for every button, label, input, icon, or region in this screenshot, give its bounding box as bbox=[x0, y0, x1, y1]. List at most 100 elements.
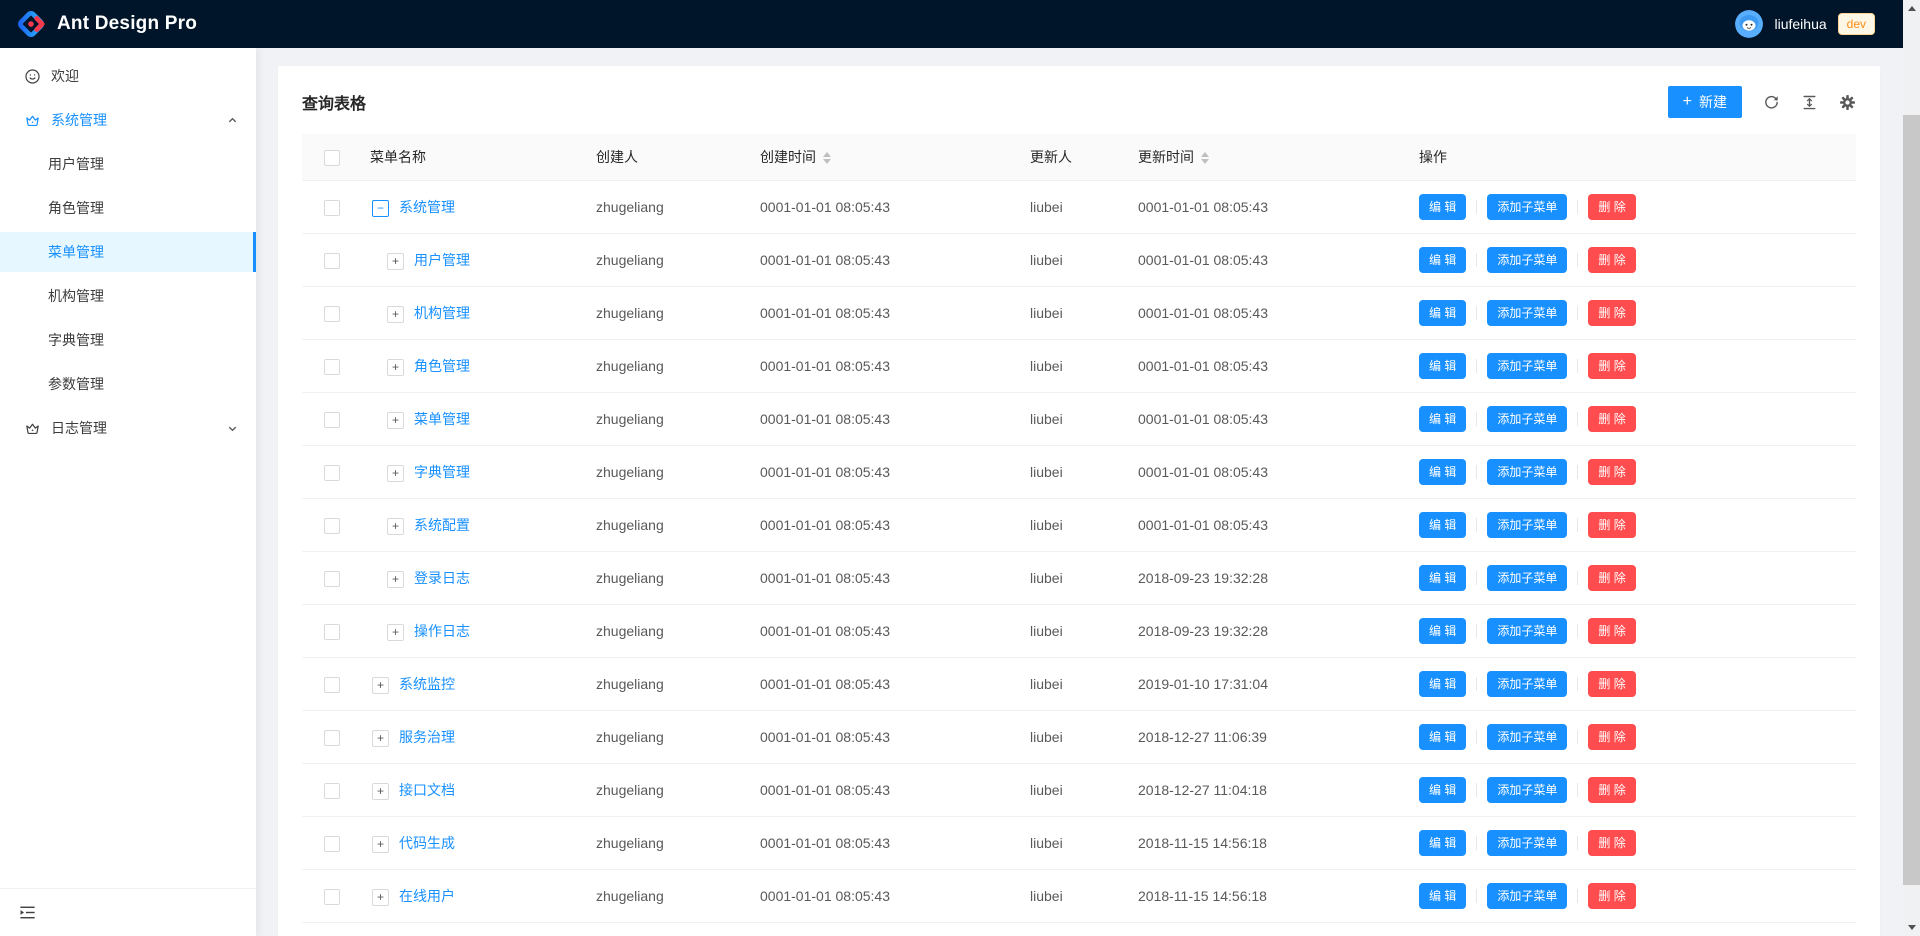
new-button[interactable]: + 新建 bbox=[1668, 86, 1742, 118]
sort-carets-icon[interactable] bbox=[823, 152, 831, 164]
menu-name-link[interactable]: 角色管理 bbox=[414, 358, 470, 374]
expand-row-icon[interactable]: + bbox=[387, 624, 404, 641]
delete-button[interactable]: 删 除 bbox=[1588, 724, 1635, 750]
select-all-checkbox[interactable] bbox=[324, 150, 340, 166]
edit-button[interactable]: 编 辑 bbox=[1419, 777, 1466, 803]
settings-gear-icon[interactable] bbox=[1839, 94, 1856, 111]
expand-row-icon[interactable]: + bbox=[372, 836, 389, 853]
expand-row-icon[interactable]: + bbox=[372, 783, 389, 800]
menu-name-link[interactable]: 字典管理 bbox=[414, 464, 470, 480]
expand-row-icon[interactable]: + bbox=[387, 571, 404, 588]
menu-name-link[interactable]: 登录日志 bbox=[414, 570, 470, 586]
expand-row-icon[interactable]: + bbox=[387, 465, 404, 482]
add-child-button[interactable]: 添加子菜单 bbox=[1487, 512, 1567, 538]
delete-button[interactable]: 删 除 bbox=[1588, 671, 1635, 697]
row-checkbox[interactable] bbox=[324, 730, 340, 746]
edit-button[interactable]: 编 辑 bbox=[1419, 247, 1466, 273]
expand-row-icon[interactable]: + bbox=[372, 677, 389, 694]
row-checkbox[interactable] bbox=[324, 359, 340, 375]
delete-button[interactable]: 删 除 bbox=[1588, 459, 1635, 485]
expand-row-icon[interactable]: + bbox=[387, 518, 404, 535]
delete-button[interactable]: 删 除 bbox=[1588, 300, 1635, 326]
delete-button[interactable]: 删 除 bbox=[1588, 247, 1635, 273]
add-child-button[interactable]: 添加子菜单 bbox=[1487, 406, 1567, 432]
menu-name-link[interactable]: 代码生成 bbox=[399, 835, 455, 851]
delete-button[interactable]: 删 除 bbox=[1588, 512, 1635, 538]
add-child-button[interactable]: 添加子菜单 bbox=[1487, 353, 1567, 379]
edit-button[interactable]: 编 辑 bbox=[1419, 353, 1466, 379]
add-child-button[interactable]: 添加子菜单 bbox=[1487, 565, 1567, 591]
scrollbar-down-arrow[interactable] bbox=[1903, 919, 1920, 936]
row-checkbox[interactable] bbox=[324, 200, 340, 216]
expand-row-icon[interactable]: + bbox=[387, 253, 404, 270]
row-checkbox[interactable] bbox=[324, 889, 340, 905]
add-child-button[interactable]: 添加子菜单 bbox=[1487, 459, 1567, 485]
sidebar-item-log-management[interactable]: 日志管理 bbox=[0, 408, 256, 448]
sidebar-item-org-management[interactable]: 机构管理 bbox=[0, 276, 256, 316]
column-header-create-time[interactable]: 创建时间 bbox=[752, 134, 1022, 181]
collapse-row-icon[interactable]: − bbox=[372, 200, 389, 217]
delete-button[interactable]: 删 除 bbox=[1588, 353, 1635, 379]
expand-row-icon[interactable]: + bbox=[372, 889, 389, 906]
expand-row-icon[interactable]: + bbox=[372, 730, 389, 747]
edit-button[interactable]: 编 辑 bbox=[1419, 406, 1466, 432]
edit-button[interactable]: 编 辑 bbox=[1419, 300, 1466, 326]
sidebar-item-menu-management[interactable]: 菜单管理 bbox=[0, 232, 256, 272]
menu-name-link[interactable]: 机构管理 bbox=[414, 305, 470, 321]
sort-carets-icon[interactable] bbox=[1201, 152, 1209, 164]
menu-name-link[interactable]: 系统管理 bbox=[399, 199, 455, 215]
delete-button[interactable]: 删 除 bbox=[1588, 830, 1635, 856]
add-child-button[interactable]: 添加子菜单 bbox=[1487, 830, 1567, 856]
row-checkbox[interactable] bbox=[324, 677, 340, 693]
user-area[interactable]: liufeihua dev bbox=[1735, 10, 1875, 38]
menu-fold-icon[interactable] bbox=[18, 903, 37, 922]
expand-row-icon[interactable]: + bbox=[387, 412, 404, 429]
edit-button[interactable]: 编 辑 bbox=[1419, 618, 1466, 644]
add-child-button[interactable]: 添加子菜单 bbox=[1487, 883, 1567, 909]
scrollbar-thumb[interactable] bbox=[1903, 115, 1920, 885]
column-height-icon[interactable] bbox=[1801, 94, 1818, 111]
expand-row-icon[interactable]: + bbox=[387, 359, 404, 376]
menu-name-link[interactable]: 操作日志 bbox=[414, 623, 470, 639]
edit-button[interactable]: 编 辑 bbox=[1419, 883, 1466, 909]
brand[interactable]: Ant Design Pro bbox=[16, 9, 197, 39]
row-checkbox[interactable] bbox=[324, 518, 340, 534]
sidebar-item-system-management[interactable]: 系统管理 bbox=[0, 100, 256, 140]
row-checkbox[interactable] bbox=[324, 571, 340, 587]
row-checkbox[interactable] bbox=[324, 624, 340, 640]
row-checkbox[interactable] bbox=[324, 836, 340, 852]
add-child-button[interactable]: 添加子菜单 bbox=[1487, 618, 1567, 644]
menu-name-link[interactable]: 服务治理 bbox=[399, 729, 455, 745]
menu-name-link[interactable]: 用户管理 bbox=[414, 252, 470, 268]
add-child-button[interactable]: 添加子菜单 bbox=[1487, 777, 1567, 803]
row-checkbox[interactable] bbox=[324, 783, 340, 799]
row-checkbox[interactable] bbox=[324, 306, 340, 322]
vertical-scrollbar[interactable] bbox=[1903, 0, 1920, 936]
edit-button[interactable]: 编 辑 bbox=[1419, 459, 1466, 485]
column-header-update-time[interactable]: 更新时间 bbox=[1130, 134, 1411, 181]
delete-button[interactable]: 删 除 bbox=[1588, 565, 1635, 591]
sidebar-item-role-management[interactable]: 角色管理 bbox=[0, 188, 256, 228]
sidebar-item-dict-management[interactable]: 字典管理 bbox=[0, 320, 256, 360]
menu-name-link[interactable]: 接口文档 bbox=[399, 782, 455, 798]
edit-button[interactable]: 编 辑 bbox=[1419, 671, 1466, 697]
add-child-button[interactable]: 添加子菜单 bbox=[1487, 247, 1567, 273]
edit-button[interactable]: 编 辑 bbox=[1419, 565, 1466, 591]
add-child-button[interactable]: 添加子菜单 bbox=[1487, 671, 1567, 697]
delete-button[interactable]: 删 除 bbox=[1588, 777, 1635, 803]
menu-name-link[interactable]: 系统配置 bbox=[414, 517, 470, 533]
delete-button[interactable]: 删 除 bbox=[1588, 618, 1635, 644]
menu-name-link[interactable]: 菜单管理 bbox=[414, 411, 470, 427]
edit-button[interactable]: 编 辑 bbox=[1419, 194, 1466, 220]
add-child-button[interactable]: 添加子菜单 bbox=[1487, 724, 1567, 750]
edit-button[interactable]: 编 辑 bbox=[1419, 830, 1466, 856]
row-checkbox[interactable] bbox=[324, 465, 340, 481]
row-checkbox[interactable] bbox=[324, 253, 340, 269]
user-avatar[interactable] bbox=[1735, 10, 1763, 38]
row-checkbox[interactable] bbox=[324, 412, 340, 428]
add-child-button[interactable]: 添加子菜单 bbox=[1487, 300, 1567, 326]
menu-name-link[interactable]: 系统监控 bbox=[399, 676, 455, 692]
scrollbar-up-arrow[interactable] bbox=[1903, 0, 1920, 17]
sidebar-item-welcome[interactable]: 欢迎 bbox=[0, 56, 256, 96]
menu-name-link[interactable]: 在线用户 bbox=[399, 888, 455, 904]
